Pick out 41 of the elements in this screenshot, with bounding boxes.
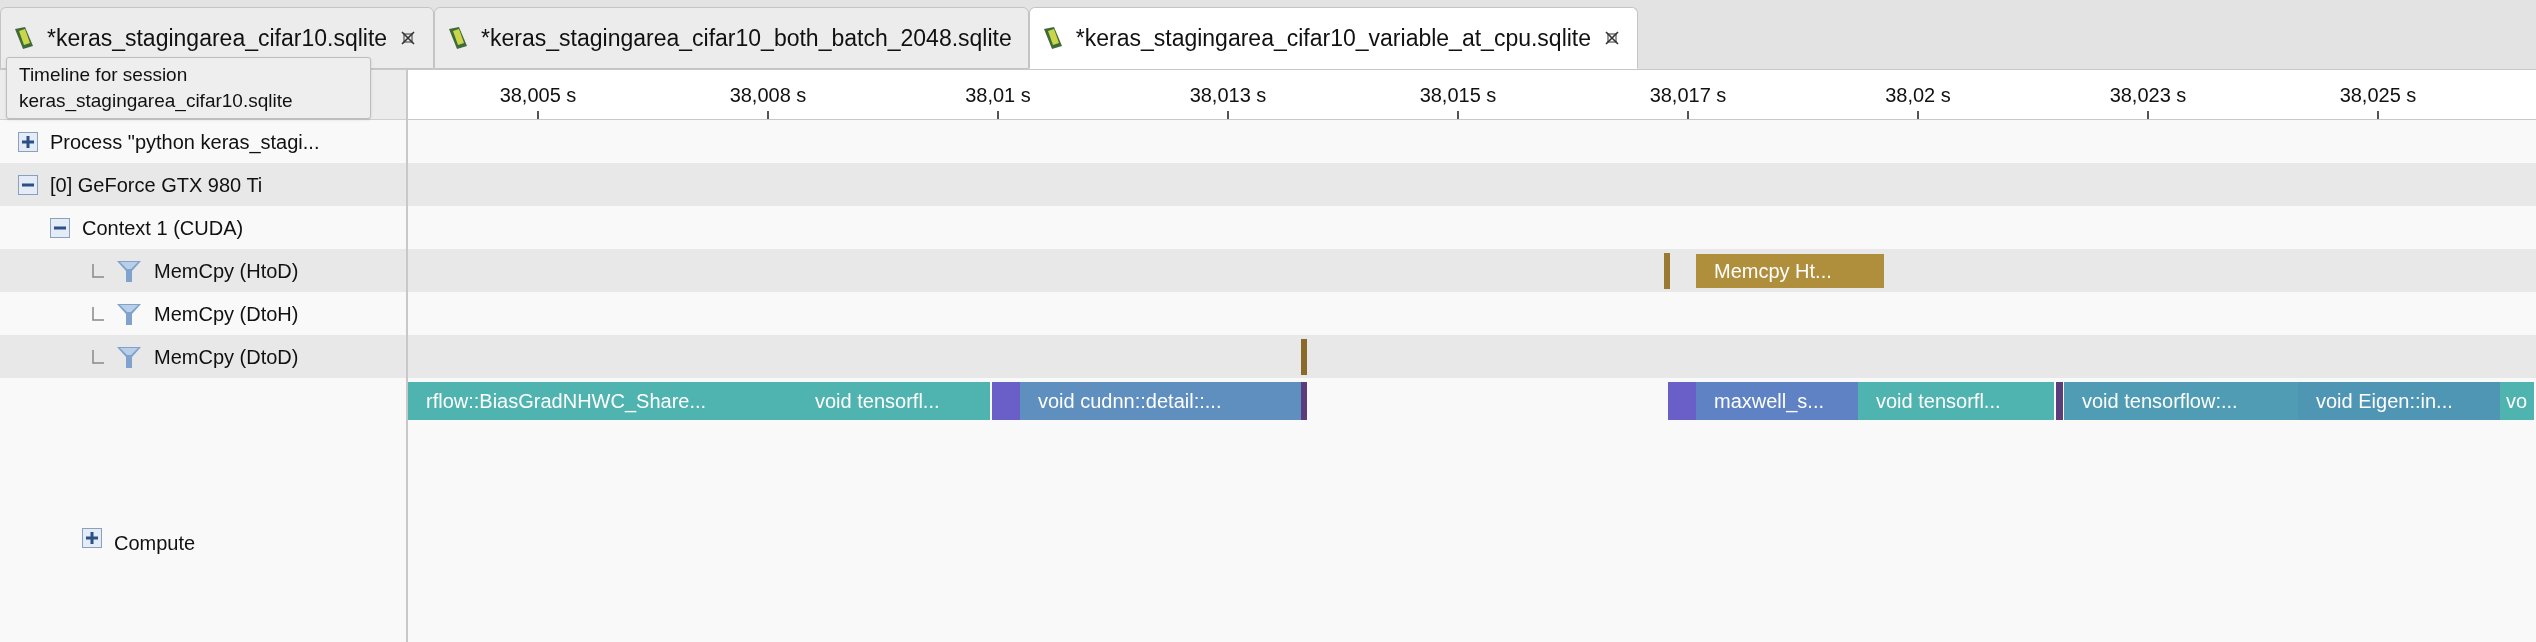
time-label: 38,013 s	[1189, 83, 1267, 108]
kernel-bar[interactable]: maxwell_s...	[1696, 382, 1858, 420]
tree-item[interactable]: [0] GeForce GTX 980 Ti	[50, 169, 263, 200]
tree-item[interactable]: Process "python keras_stagi...	[50, 126, 320, 157]
time-label: 38,025 s	[2339, 83, 2417, 108]
event-marker[interactable]	[1664, 253, 1670, 289]
event-marker[interactable]	[1301, 339, 1307, 375]
tree-item[interactable]: MemCpy (DtoD)	[154, 341, 299, 372]
tree-connector	[92, 263, 104, 278]
event-marker[interactable]	[2056, 382, 2063, 420]
collapse-icon[interactable]	[50, 217, 70, 238]
filter-icon	[116, 344, 142, 369]
time-label: 38,017 s	[1649, 83, 1727, 108]
close-icon[interactable]	[399, 29, 418, 47]
time-label: 38,015 s	[1419, 83, 1497, 108]
time-label: 38,02 s	[1885, 83, 1951, 108]
time-label: 38,005 s	[499, 83, 577, 108]
tree-item[interactable]: MemCpy (DtoH)	[154, 298, 299, 329]
filter-icon	[116, 258, 142, 283]
tree-item[interactable]: Compute	[114, 528, 196, 558]
time-label: 38,01 s	[965, 83, 1031, 108]
file-icon	[447, 26, 470, 50]
tree-connector	[92, 306, 104, 321]
tree-item[interactable]: MemCpy (HtoD)	[154, 255, 299, 286]
filter-icon	[116, 301, 142, 326]
file-icon	[1041, 26, 1064, 50]
event-marker[interactable]	[1668, 382, 1696, 420]
time-label: 38,023 s	[2109, 83, 2187, 108]
event-marker[interactable]	[1301, 382, 1307, 420]
expand-icon[interactable]	[18, 131, 38, 152]
event-marker[interactable]	[992, 382, 1020, 420]
time-label: 38,008 s	[729, 83, 807, 108]
collapse-icon[interactable]	[18, 174, 38, 195]
editor-tab[interactable]: *keras_stagingarea_cifar10_variable_at_cpu.sqlite	[1028, 7, 1639, 69]
file-icon	[13, 26, 35, 50]
editor-tab[interactable]: *keras_stagingarea_cifar10_both_batch_2048.sqlite	[434, 7, 1029, 69]
tree-item[interactable]: Context 1 (CUDA)	[82, 212, 244, 243]
tooltip-text: keras_stagingarea_cifar10.sqlite	[19, 89, 294, 114]
tree-connector	[92, 349, 104, 364]
close-icon[interactable]	[1603, 29, 1622, 47]
expand-icon[interactable]	[82, 528, 102, 548]
